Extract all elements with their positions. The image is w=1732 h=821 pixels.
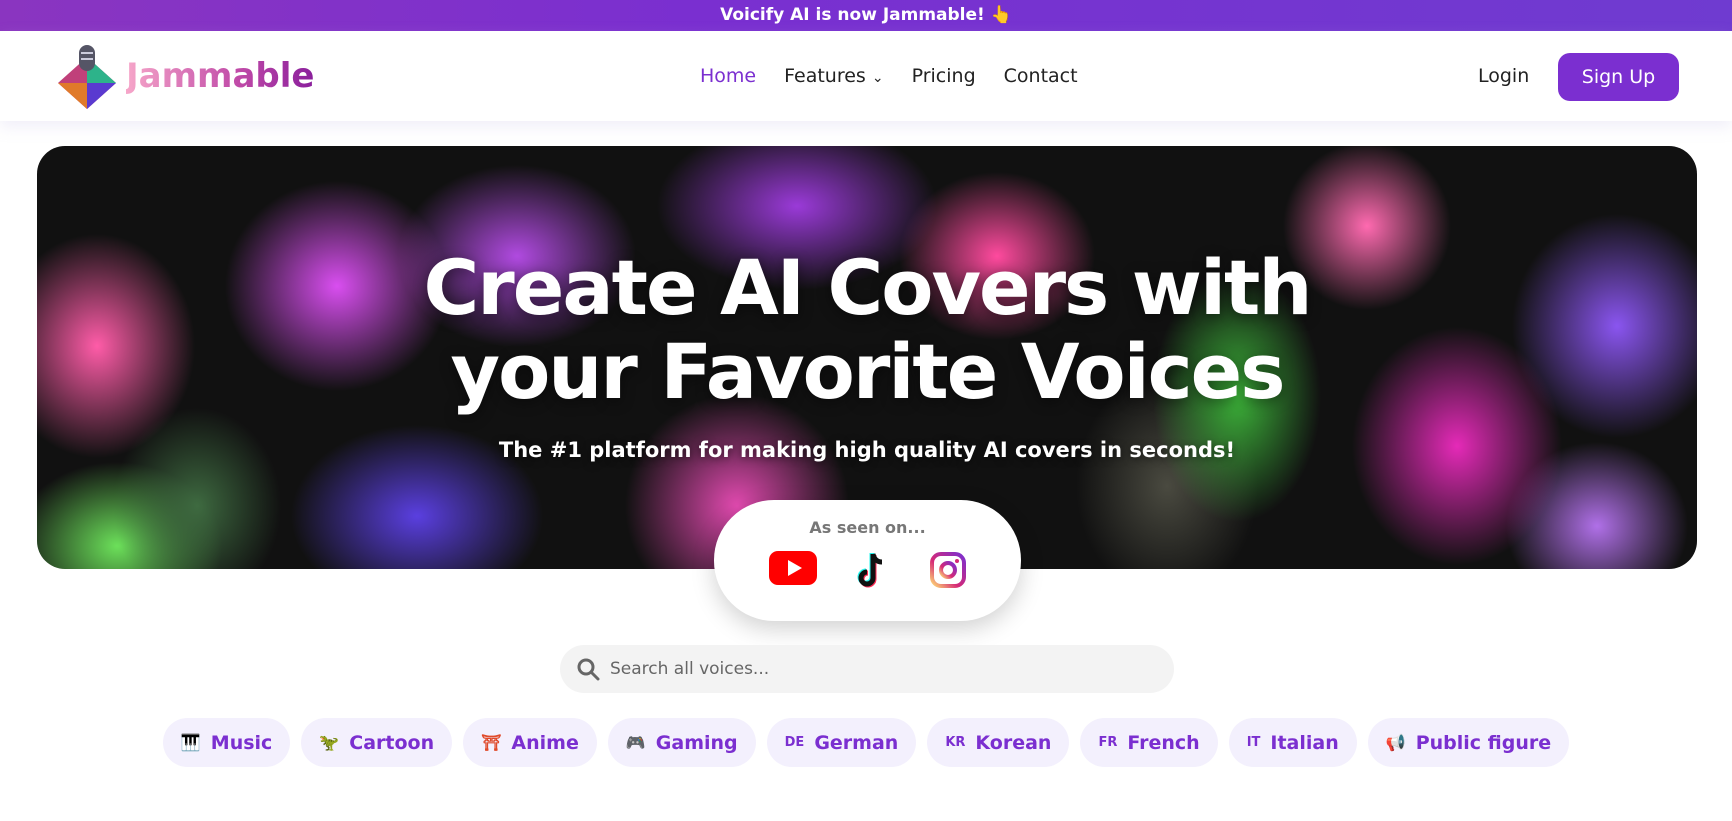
chip-label: Gaming [655, 731, 738, 754]
as-seen-on-label: As seen on... [809, 518, 926, 537]
fr-code-icon: FR [1098, 735, 1118, 750]
chip-label: Anime [511, 731, 579, 754]
category-chips: 🎹 Music 🦖 Cartoon ⛩ Anime 🎮 Gaming DE German … [0, 718, 1732, 767]
youtube-icon[interactable] [768, 551, 817, 585]
chip-label: French [1127, 731, 1200, 754]
navbar: Jammable Home Features ⌄ Pricing Contact… [0, 31, 1732, 121]
hero-title-line1: Create AI Covers with [423, 243, 1313, 332]
chip-italian[interactable]: IT Italian [1228, 718, 1357, 767]
hero-subtitle: The #1 platform for making high quality … [498, 438, 1236, 462]
chip-label: Cartoon [349, 731, 435, 754]
chip-anime[interactable]: ⛩ Anime [463, 718, 597, 767]
voice-search[interactable] [560, 645, 1174, 693]
chip-label: Public figure [1415, 731, 1552, 754]
chip-public-figure[interactable]: 📢 Public figure [1367, 718, 1570, 767]
kr-code-icon: KR [945, 735, 966, 750]
chip-french[interactable]: FR French [1080, 718, 1218, 767]
chip-label: German [814, 731, 899, 754]
chip-cartoon[interactable]: 🦖 Cartoon [301, 718, 453, 767]
hero-title: Create AI Covers with your Favorite Voice… [37, 246, 1697, 414]
nav-home[interactable]: Home [700, 65, 756, 87]
nav-features[interactable]: Features ⌄ [784, 65, 883, 87]
nav-contact[interactable]: Contact [1004, 65, 1078, 87]
main-menu: Home Features ⌄ Pricing Contact [700, 31, 1078, 121]
search-input[interactable] [610, 659, 1130, 679]
logo-icon [58, 45, 116, 109]
logo[interactable]: Jammable [54, 43, 314, 109]
signup-button[interactable]: Sign Up [1558, 53, 1679, 101]
nav-features-label: Features [784, 65, 866, 87]
tiktok-icon[interactable] [855, 551, 891, 591]
megaphone-icon: 📢 [1385, 733, 1406, 752]
chip-gaming[interactable]: 🎮 Gaming [607, 718, 756, 767]
chip-german[interactable]: DE German [766, 718, 917, 767]
nav-pricing[interactable]: Pricing [912, 65, 976, 87]
as-seen-on-card: As seen on... [714, 500, 1021, 621]
hero-title-line2: your Favorite Voices [450, 327, 1286, 416]
banner-text: Voicify AI is now Jammable! 👆 [720, 5, 1012, 25]
chip-label: Italian [1270, 731, 1339, 754]
announcement-banner[interactable]: Voicify AI is now Jammable! 👆 [0, 0, 1732, 31]
it-code-icon: IT [1246, 735, 1261, 750]
login-link[interactable]: Login [1478, 65, 1529, 87]
piano-icon: 🎹 [180, 733, 201, 752]
chip-label: Music [210, 731, 273, 754]
de-code-icon: DE [784, 735, 805, 750]
instagram-icon[interactable] [929, 551, 967, 589]
gamepad-icon: 🎮 [625, 733, 646, 752]
chip-label: Korean [975, 731, 1052, 754]
chevron-down-icon: ⌄ [871, 70, 884, 86]
torii-icon: ⛩ [481, 733, 502, 752]
logo-text: Jammable [126, 56, 315, 96]
search-icon [577, 658, 600, 681]
chip-music[interactable]: 🎹 Music [162, 718, 291, 767]
chip-korean[interactable]: KR Korean [927, 718, 1070, 767]
dinosaur-icon: 🦖 [319, 733, 340, 752]
